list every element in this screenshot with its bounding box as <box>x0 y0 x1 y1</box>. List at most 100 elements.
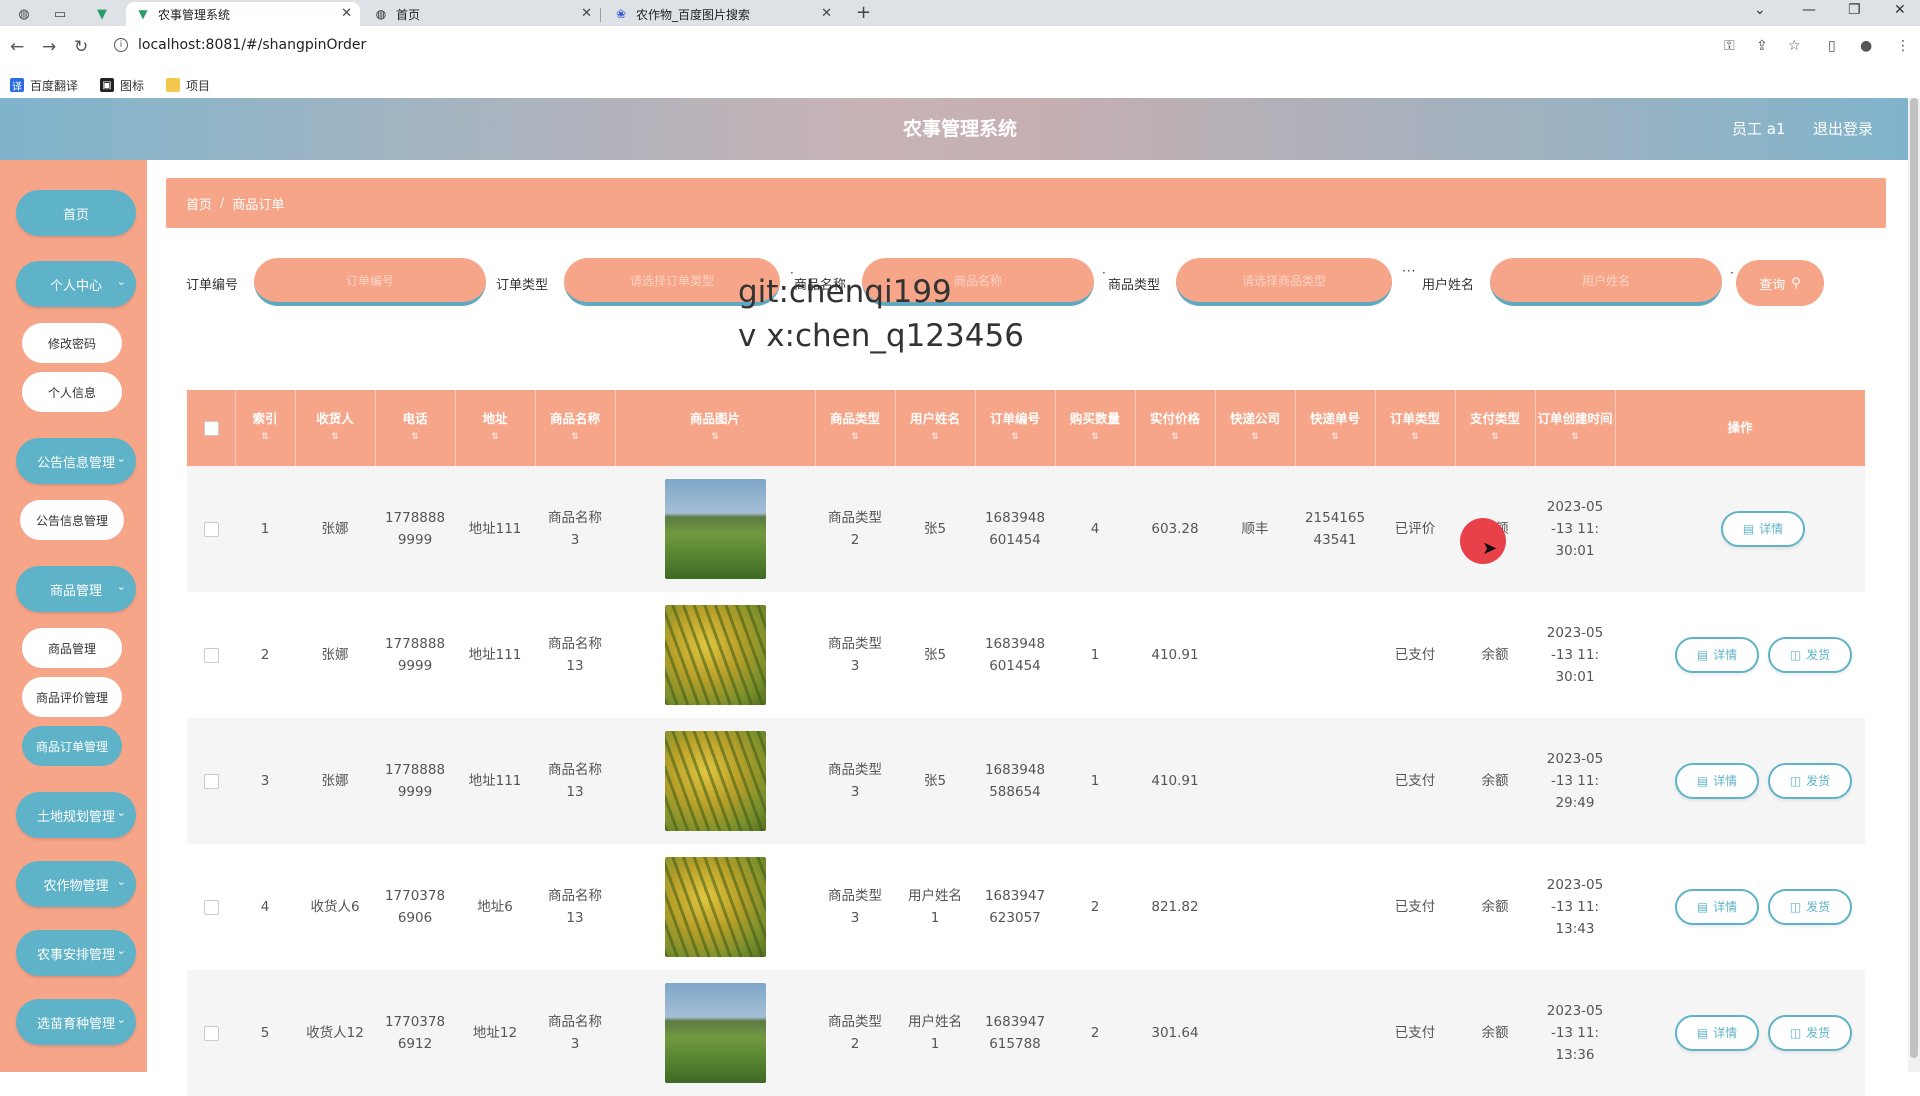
sort-icon[interactable]: ⇅ <box>1251 428 1259 446</box>
row-checkbox[interactable] <box>203 773 219 789</box>
tab-home[interactable]: ◍ 首页 ✕ <box>364 2 601 26</box>
detail-button[interactable]: ▤ 详情 <box>1675 1015 1759 1051</box>
table-row: 3 张娜 1778888 9999 地址111 商品名称 13 商品类型 3 张5 16839… <box>187 718 1865 844</box>
sort-icon[interactable]: ⇅ <box>711 428 719 446</box>
sidebar-item-crop[interactable]: 农作物管理 ⌄ <box>16 861 136 907</box>
cell-price: 821.82 <box>1151 899 1199 915</box>
sort-icon[interactable]: ⇅ <box>1011 428 1019 446</box>
minimize-icon[interactable]: — <box>1802 2 1816 18</box>
row-checkbox[interactable] <box>203 521 219 537</box>
tab-favicon-icon[interactable]: ▭ <box>46 3 74 25</box>
back-icon[interactable]: ← <box>10 37 24 57</box>
sidebar-sub-personal-info[interactable]: 个人信息 <box>22 372 122 412</box>
detail-button[interactable]: ▤ 详情 <box>1675 889 1759 925</box>
row-checkbox[interactable] <box>203 1025 219 1041</box>
cell-order_no: 1683948 588654 <box>984 762 1046 800</box>
order-no-input[interactable]: 订单编号 <box>254 258 486 306</box>
sort-icon[interactable]: ⇅ <box>1091 428 1099 446</box>
profile-icon[interactable]: ● <box>1860 38 1872 54</box>
bookmark-project[interactable]: 项目 <box>166 77 210 94</box>
sort-icon[interactable]: ⇅ <box>571 428 579 446</box>
column-header-goods_name: 商品名称 ⇅ <box>535 390 615 466</box>
user-name-input[interactable]: 用户姓名 <box>1490 258 1722 306</box>
detail-button[interactable]: ▤ 详情 <box>1675 763 1759 799</box>
goods-image[interactable] <box>664 731 766 831</box>
page-scrollbar[interactable] <box>1908 98 1920 1072</box>
sidebar-sub-notice-manage[interactable]: 公告信息管理 <box>20 500 124 540</box>
menu-icon[interactable]: ⋮ <box>1896 38 1910 54</box>
cell-user_name: 张5 <box>923 521 947 537</box>
cell-qty: 4 <box>1090 521 1100 537</box>
logout-link[interactable]: 退出登录 <box>1813 98 1873 160</box>
chevron-down-icon[interactable]: ⌄ <box>1754 2 1766 18</box>
sidebar-item-notice[interactable]: 公告信息管理 ⌄ <box>16 438 136 484</box>
sort-icon[interactable]: ⇅ <box>1491 428 1499 446</box>
sidebar-item-home[interactable]: 首页 <box>16 190 136 236</box>
share-icon[interactable]: ⇪ <box>1756 38 1768 54</box>
tab-baidu[interactable]: ❀ 农作物_百度图片搜索 ✕ <box>604 2 840 26</box>
new-tab-icon[interactable]: + <box>856 2 871 23</box>
sort-icon[interactable]: ⇅ <box>411 428 419 446</box>
sidebar-sub-goods-order[interactable]: 商品订单管理 <box>22 726 122 766</box>
reload-icon[interactable]: ↻ <box>74 37 88 57</box>
ship-button[interactable]: ◫ 发货 <box>1768 763 1852 799</box>
bookmark-icons[interactable]: ▣ 图标 <box>100 77 144 94</box>
sort-icon[interactable]: ⇅ <box>1411 428 1419 446</box>
sidepanel-icon[interactable]: ▯ <box>1828 38 1836 54</box>
select-all-checkbox[interactable] <box>187 390 235 466</box>
restore-icon[interactable]: ❐ <box>1848 2 1861 18</box>
url-field[interactable]: localhost:8081/#/shangpinOrder <box>138 31 366 59</box>
close-window-icon[interactable]: ✕ <box>1894 2 1906 18</box>
ship-button[interactable]: ◫ 发货 <box>1768 889 1852 925</box>
sidebar-sub-goods-manage[interactable]: 商品管理 <box>22 628 122 668</box>
goods-image[interactable] <box>664 857 766 957</box>
sort-icon[interactable]: ⇅ <box>931 428 939 446</box>
key-icon[interactable]: ⚿ <box>1724 38 1735 54</box>
checkbox[interactable] <box>203 420 219 436</box>
vue-icon[interactable]: ▼ <box>88 3 116 25</box>
close-icon[interactable]: ✕ <box>341 6 352 21</box>
cell-created: 2023-05 -13 11: 30:01 <box>1546 625 1604 685</box>
sort-icon[interactable]: ⇅ <box>491 428 499 446</box>
cell-price: 603.28 <box>1151 521 1199 537</box>
query-button[interactable]: 查询 ⚲ <box>1736 260 1824 306</box>
row-checkbox[interactable] <box>203 647 219 663</box>
ship-button[interactable]: ◫ 发货 <box>1768 1015 1852 1051</box>
sort-icon[interactable]: ⇅ <box>331 428 339 446</box>
sort-icon[interactable]: ⇅ <box>1571 428 1579 446</box>
goods-type-label: 商品类型 <box>1108 278 1161 293</box>
close-icon[interactable]: ✕ <box>821 6 832 21</box>
sidebar-item-personal-center[interactable]: 个人中心 ⌄ <box>16 261 136 307</box>
sidebar-item-farm-schedule[interactable]: 农事安排管理 ⌄ <box>16 930 136 976</box>
sidebar-item-goods[interactable]: 商品管理 ⌄ <box>16 566 136 612</box>
goods-type-select[interactable]: 请选择商品类型 <box>1176 258 1392 306</box>
sort-icon[interactable]: ⇅ <box>1331 428 1339 446</box>
cell-order_no: 1683948 601454 <box>984 510 1046 548</box>
row-checkbox[interactable] <box>203 899 219 915</box>
row-select-cell <box>187 970 235 1096</box>
close-icon[interactable]: ✕ <box>581 6 592 21</box>
breadcrumb-home[interactable]: 首页 <box>186 194 212 213</box>
cell-goods_type: 商品类型 2 <box>828 1014 882 1052</box>
sidebar-sub-goods-review[interactable]: 商品评价管理 <box>22 677 122 717</box>
globe-icon[interactable]: ◍ <box>10 3 38 25</box>
cell-qty: 1 <box>1090 647 1100 663</box>
sort-icon[interactable]: ⇅ <box>851 428 859 446</box>
sidebar-item-seedling[interactable]: 选苗育种管理 ⌄ <box>16 999 136 1045</box>
sidebar-item-land[interactable]: 土地规划管理 ⌄ <box>16 792 136 838</box>
ship-button[interactable]: ◫ 发货 <box>1768 637 1852 673</box>
detail-button[interactable]: ▤ 详情 <box>1721 511 1805 547</box>
forward-icon[interactable]: → <box>42 37 56 57</box>
star-icon[interactable]: ☆ <box>1788 38 1801 54</box>
sort-icon[interactable]: ⇅ <box>261 428 269 446</box>
cell-qty: 2 <box>1090 899 1100 915</box>
detail-button[interactable]: ▤ 详情 <box>1675 637 1759 673</box>
sort-icon[interactable]: ⇅ <box>1171 428 1179 446</box>
goods-image[interactable] <box>664 983 766 1083</box>
goods-image[interactable] <box>664 605 766 705</box>
sidebar-sub-change-password[interactable]: 修改密码 <box>22 323 122 363</box>
bookmark-translate[interactable]: 译百度翻译 <box>10 77 78 94</box>
goods-image[interactable] <box>664 479 766 579</box>
info-icon[interactable]: i <box>114 38 128 52</box>
tab-active[interactable]: ▼ 农事管理系统 ✕ <box>126 2 360 26</box>
